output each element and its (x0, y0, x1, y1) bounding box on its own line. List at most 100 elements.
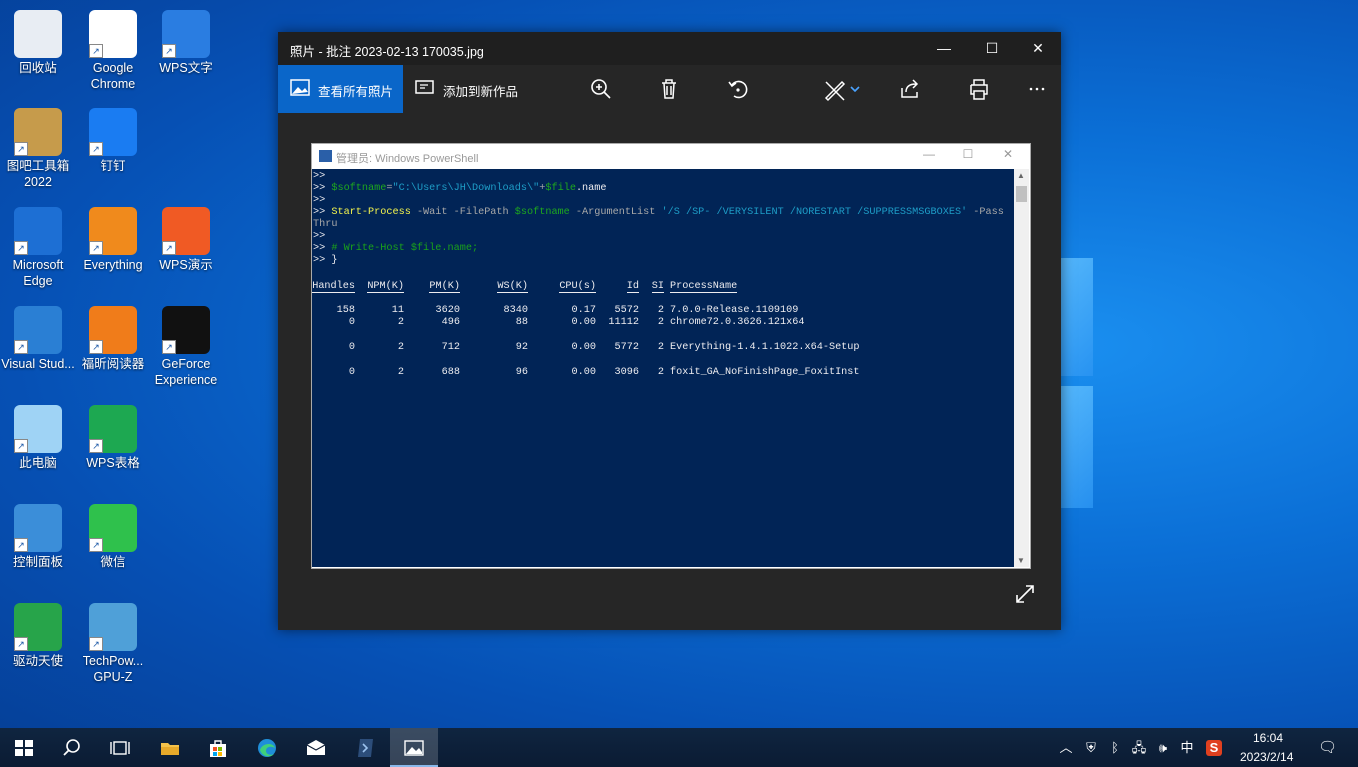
table-cell: 2 (657, 367, 664, 378)
desktop-icon[interactable]: ↗ Microsoft Edge (0, 207, 76, 289)
desktop-icon[interactable]: ↗ GeForce Experience (148, 306, 224, 388)
mail-icon[interactable] (292, 728, 340, 767)
close-button[interactable]: ✕ (1015, 32, 1061, 65)
powershell-taskbar-icon[interactable] (342, 728, 390, 767)
sogou-input-icon[interactable]: S (1206, 740, 1222, 756)
add-to-label: 添加到新作品 (443, 85, 519, 99)
search-icon[interactable] (48, 728, 96, 767)
desktop-icon-label: 图吧工具箱2022 (6, 159, 70, 189)
desktop-icon[interactable]: ↗ 控制面板 (0, 504, 76, 570)
volume-icon[interactable]: 🕪 (1155, 740, 1171, 756)
chrome-icon: ↗ (89, 10, 137, 58)
table-header: ProcessName (670, 281, 738, 293)
console-line: >> Start-Process -Wait -FilePath $softna… (313, 207, 1004, 218)
table-cell: 0.00 (571, 342, 596, 353)
desktop-icon-label: WPS演示 (159, 258, 213, 272)
delete-icon[interactable] (655, 75, 683, 103)
table-cell: 11 (391, 305, 404, 316)
ps-console: >> >> $softname="C:\Users\JH\Downloads\"… (312, 169, 1014, 567)
table-cell: 3620 (435, 305, 460, 316)
geforce-icon: ↗ (162, 306, 210, 354)
start-button[interactable] (0, 728, 48, 767)
shortcut-arrow-icon: ↗ (89, 340, 103, 354)
desktop-icon-label: 福昕阅读器 (81, 357, 145, 371)
recycle-bin-icon (14, 10, 62, 58)
table-cell: 2 (397, 317, 404, 328)
chevron-up-icon[interactable]: ︿ (1058, 740, 1074, 756)
table-cell: 2 (397, 342, 404, 353)
vscode-icon: ↗ (14, 306, 62, 354)
desktop-icon-label: TechPow... GPU-Z (82, 654, 144, 684)
desktop-icon-label: Everything (83, 258, 143, 272)
shortcut-arrow-icon: ↗ (89, 44, 103, 58)
desktop-icon-label: GeForce Experience (154, 357, 218, 387)
dingtalk-icon: ↗ (89, 108, 137, 156)
desktop-icon[interactable]: ↗ WPS演示 (148, 207, 224, 273)
edit-draw-icon[interactable] (821, 75, 849, 103)
rotate-icon[interactable] (724, 75, 752, 103)
gpu-z-icon: ↗ (89, 603, 137, 651)
photos-taskbar-icon[interactable] (390, 728, 438, 767)
everything-icon: ↗ (89, 207, 137, 255)
maximize-button[interactable]: ☐ (969, 32, 1015, 65)
see-all-photos-button[interactable]: 查看所有照片 (278, 65, 403, 113)
table-cell: 3096 (614, 367, 639, 378)
more-options-icon[interactable] (1023, 75, 1051, 103)
bluetooth-icon[interactable]: ᛒ (1107, 740, 1123, 756)
ime-mode[interactable]: 中 (1179, 740, 1195, 756)
shortcut-arrow-icon: ↗ (89, 538, 103, 552)
ps-scroll-thumb (1016, 186, 1027, 202)
desktop-icon[interactable]: ↗ 图吧工具箱2022 (0, 108, 76, 190)
print-icon[interactable] (965, 75, 993, 103)
clock-date[interactable]: 2023/2/14 (1240, 750, 1293, 764)
table-cell: 712 (441, 342, 460, 353)
zoom-in-icon[interactable] (587, 75, 615, 103)
task-view-icon[interactable] (96, 728, 144, 767)
desktop-icon[interactable]: ↗ 此电脑 (0, 405, 76, 471)
table-header: PM(K) (429, 281, 460, 293)
table-cell: 0.00 (571, 367, 596, 378)
console-line: >> $softname="C:\Users\JH\Downloads\"+$f… (313, 183, 607, 194)
table-cell: 688 (441, 367, 460, 378)
edge-taskbar-icon[interactable] (243, 728, 291, 767)
desktop-icon[interactable]: ↗ Visual Stud... (0, 306, 76, 372)
photos-titlebar: 照片 - 批注 2023-02-13 170035.jpg — ☐ ✕ (278, 32, 1061, 65)
add-to-creation-button[interactable]: 添加到新作品 (403, 65, 523, 113)
scroll-up-icon: ▲ (1017, 171, 1025, 180)
microsoft-store-icon[interactable] (194, 728, 242, 767)
desktop-icon[interactable]: 回收站 (0, 10, 76, 76)
desktop-icon[interactable]: ↗ TechPow... GPU-Z (75, 603, 151, 685)
table-cell: 0 (348, 367, 355, 378)
shortcut-arrow-icon: ↗ (14, 637, 28, 651)
table-cell: 0.00 (571, 317, 596, 328)
desktop-icon[interactable]: ↗ Everything (75, 207, 151, 273)
photo-icon (290, 79, 310, 96)
wechat-icon: ↗ (89, 504, 137, 552)
fullscreen-expand-icon[interactable] (1014, 583, 1036, 605)
desktop-icon[interactable]: ↗ WPS表格 (75, 405, 151, 471)
desktop-icon-label: 驱动天使 (12, 654, 63, 668)
desktop-icon[interactable]: ↗ Google Chrome (75, 10, 151, 92)
desktop-icon-label: 此电脑 (19, 456, 57, 470)
chevron-down-icon[interactable] (848, 75, 862, 103)
desktop-icon[interactable]: ↗ 福昕阅读器 (75, 306, 151, 372)
desktop-icon[interactable]: ↗ WPS文字 (148, 10, 224, 76)
minimize-button[interactable]: — (921, 32, 967, 65)
notification-center-icon[interactable]: 🗨 (1318, 740, 1337, 756)
ps-titlebar: 管理员: Windows PowerShell — ☐ ✕ (312, 144, 1030, 169)
console-line: >> (313, 231, 326, 242)
security-shield-icon[interactable]: ⛨ (1083, 740, 1099, 756)
desktop-icon[interactable]: ↗ 驱动天使 (0, 603, 76, 669)
file-explorer-icon[interactable] (146, 728, 194, 767)
ps-maximize-icon: ☐ (962, 147, 974, 161)
desktop-icon[interactable]: ↗ 钉钉 (75, 108, 151, 174)
shortcut-arrow-icon: ↗ (14, 439, 28, 453)
share-icon[interactable] (896, 75, 924, 103)
console-line: >> (313, 195, 326, 206)
add-creation-icon (415, 80, 434, 94)
network-icon[interactable]: 🖧 (1131, 740, 1147, 756)
driver-angel-icon: ↗ (14, 603, 62, 651)
clock-time[interactable]: 16:04 (1253, 731, 1283, 745)
table-header: Handles (312, 281, 355, 293)
desktop-icon[interactable]: ↗ 微信 (75, 504, 151, 570)
